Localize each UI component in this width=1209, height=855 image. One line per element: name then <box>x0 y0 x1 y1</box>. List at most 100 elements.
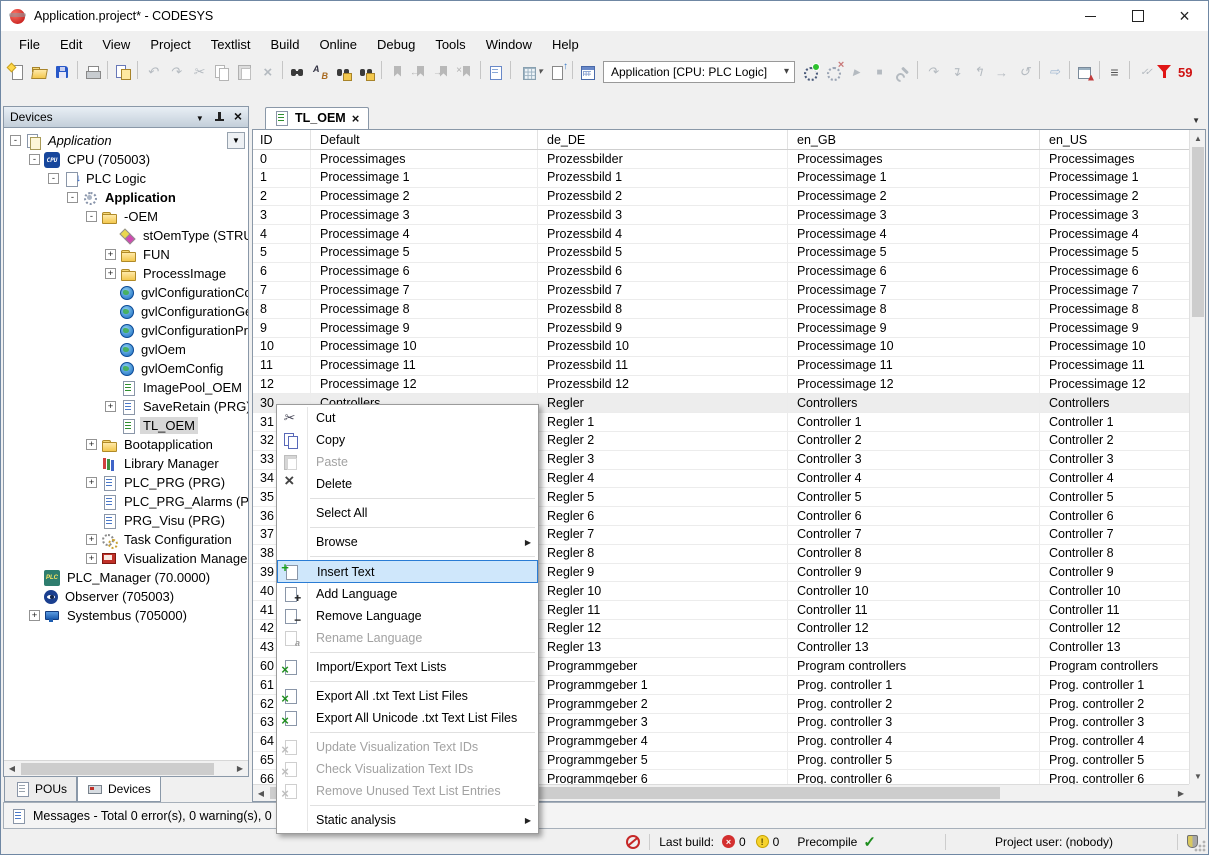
table-row[interactable]: 9 Processimage 9 Prozessbild 9 Processim… <box>253 319 1189 338</box>
tree-item[interactable]: + ProcessImage <box>4 264 248 283</box>
cell-en-us[interactable]: Prog. controller 2 <box>1040 695 1189 713</box>
find-button[interactable] <box>286 61 309 83</box>
tab-close-icon[interactable]: × <box>352 114 360 123</box>
cell-en-us[interactable]: Processimage 1 <box>1040 169 1189 187</box>
cell-en-us[interactable]: Controllers <box>1040 394 1189 412</box>
cell-en-gb[interactable]: Processimage 1 <box>788 169 1040 187</box>
cell-de-de[interactable]: Regler 13 <box>538 639 788 657</box>
menu-item-browse[interactable]: Browse ▶ <box>277 531 538 553</box>
cell-id[interactable]: 10 <box>253 338 311 356</box>
cell-en-us[interactable]: Controller 4 <box>1040 470 1189 488</box>
maximize-button[interactable] <box>1114 1 1161 31</box>
cell-id[interactable]: 0 <box>253 150 311 168</box>
properties-button[interactable] <box>484 61 507 83</box>
start-button[interactable] <box>845 61 868 83</box>
tree-item[interactable]: + Task Configuration <box>4 530 248 549</box>
cell-en-gb[interactable]: Controller 8 <box>788 545 1040 563</box>
tree-item[interactable]: + PLC_PRG (PRG) <box>4 473 248 492</box>
cell-de-de[interactable]: Programmgeber 4 <box>538 733 788 751</box>
cell-default[interactable]: Processimage 4 <box>311 225 538 243</box>
cell-en-gb[interactable]: Prog. controller 4 <box>788 733 1040 751</box>
previous-bookmark-button[interactable] <box>408 61 431 83</box>
menubar-item[interactable]: Edit <box>50 33 92 56</box>
devices-horizontal-scrollbar[interactable]: ◀ ▶ <box>4 760 248 776</box>
cell-de-de[interactable]: Regler 11 <box>538 601 788 619</box>
cell-en-us[interactable]: Controller 3 <box>1040 451 1189 469</box>
table-row[interactable]: 11 Processimage 11 Prozessbild 11 Proces… <box>253 357 1189 376</box>
cell-en-gb[interactable]: Processimage 10 <box>788 338 1040 356</box>
cell-en-gb[interactable]: Processimage 4 <box>788 225 1040 243</box>
cell-default[interactable]: Processimage 12 <box>311 376 538 394</box>
show-next-statement-button[interactable] <box>1043 61 1066 83</box>
tree-item[interactable]: - PLC Logic <box>4 169 248 188</box>
cell-de-de[interactable]: Programmgeber 3 <box>538 714 788 732</box>
table-row[interactable]: 3 Processimage 3 Prozessbild 3 Processim… <box>253 206 1189 225</box>
cell-en-us[interactable]: Controller 12 <box>1040 620 1189 638</box>
menu-item-cut[interactable]: Cut <box>277 407 538 429</box>
reset-button[interactable] <box>1013 61 1036 83</box>
duplicate-button[interactable] <box>111 61 134 83</box>
print-button[interactable] <box>81 61 104 83</box>
cell-default[interactable]: Processimage 8 <box>311 300 538 318</box>
cell-en-gb[interactable]: Program controllers <box>788 658 1040 676</box>
cell-de-de[interactable]: Prozessbild 5 <box>538 244 788 262</box>
cell-en-gb[interactable]: Prog. controller 2 <box>788 695 1040 713</box>
cell-default[interactable]: Processimage 6 <box>311 263 538 281</box>
login-button[interactable] <box>799 61 822 83</box>
tab-pous[interactable]: POUs <box>4 777 77 802</box>
static-analysis-button[interactable] <box>1073 61 1096 83</box>
tree-item[interactable]: gvlConfigurationProd <box>4 321 248 340</box>
tab-list-dropdown-icon[interactable]: ▼ <box>1192 116 1200 125</box>
cell-de-de[interactable]: Prozessbild 7 <box>538 282 788 300</box>
table-row[interactable]: 5 Processimage 5 Prozessbild 5 Processim… <box>253 244 1189 263</box>
cell-id[interactable]: 6 <box>253 263 311 281</box>
menubar-item[interactable]: Project <box>140 33 200 56</box>
grid-vertical-scrollbar[interactable]: ▲ ▼ <box>1189 130 1205 784</box>
cell-de-de[interactable]: Prozessbild 3 <box>538 206 788 224</box>
table-row[interactable]: 2 Processimage 2 Prozessbild 2 Processim… <box>253 188 1189 207</box>
cell-de-de[interactable]: Regler 1 <box>538 413 788 431</box>
cell-en-gb[interactable]: Processimage 2 <box>788 188 1040 206</box>
cell-en-us[interactable]: Prog. controller 5 <box>1040 752 1189 770</box>
next-bookmark-button[interactable] <box>431 61 454 83</box>
tree-item[interactable]: gvlConfigurationGen <box>4 302 248 321</box>
panel-close-icon[interactable] <box>234 110 242 124</box>
tree-item[interactable]: + Systembus (705000) <box>4 606 248 625</box>
cell-en-gb[interactable]: Processimages <box>788 150 1040 168</box>
cell-en-gb[interactable]: Controller 6 <box>788 507 1040 525</box>
cell-id[interactable]: 12 <box>253 376 311 394</box>
cell-id[interactable]: 9 <box>253 319 311 337</box>
cell-en-gb[interactable]: Processimage 8 <box>788 300 1040 318</box>
cell-de-de[interactable]: Regler 9 <box>538 564 788 582</box>
save-project-button[interactable] <box>51 61 74 83</box>
cell-en-gb[interactable]: Processimage 5 <box>788 244 1040 262</box>
tree-item[interactable]: gvlOem <box>4 340 248 359</box>
replace-button[interactable] <box>309 61 332 83</box>
cell-en-us[interactable]: Processimage 7 <box>1040 282 1189 300</box>
cell-de-de[interactable]: Regler 5 <box>538 488 788 506</box>
menubar-item[interactable]: Textlist <box>201 33 261 56</box>
tree-item[interactable]: TL_OEM <box>4 416 248 435</box>
find-in-project-button[interactable] <box>332 61 355 83</box>
tree-item[interactable]: - CPU (705003) <box>4 150 248 169</box>
redo-button[interactable] <box>164 61 187 83</box>
cell-en-us[interactable]: Processimage 3 <box>1040 206 1189 224</box>
tree-item[interactable]: Observer (705003) <box>4 587 248 606</box>
cell-en-gb[interactable]: Prog. controller 1 <box>788 676 1040 694</box>
cell-de-de[interactable]: Prozessbilder <box>538 150 788 168</box>
expand-toggle[interactable]: - <box>10 135 21 146</box>
cell-en-us[interactable]: Processimage 4 <box>1040 225 1189 243</box>
expand-toggle[interactable]: + <box>105 401 116 412</box>
scroll-right-icon[interactable]: ▶ <box>1173 785 1189 801</box>
expand-toggle[interactable]: + <box>86 477 97 488</box>
run-to-cursor-button[interactable] <box>990 61 1013 83</box>
menu-item-static-analysis[interactable]: Static analysis ▶ <box>277 809 538 831</box>
cell-en-gb[interactable]: Controller 9 <box>788 564 1040 582</box>
cell-de-de[interactable]: Regler 10 <box>538 582 788 600</box>
new-project-button[interactable] <box>5 61 28 83</box>
tab-devices[interactable]: Devices <box>77 777 161 802</box>
cell-default[interactable]: Processimage 9 <box>311 319 538 337</box>
cell-default[interactable]: Processimage 11 <box>311 357 538 375</box>
menu-item-insert-text[interactable]: Insert Text <box>277 560 538 583</box>
cell-en-us[interactable]: Prog. controller 4 <box>1040 733 1189 751</box>
